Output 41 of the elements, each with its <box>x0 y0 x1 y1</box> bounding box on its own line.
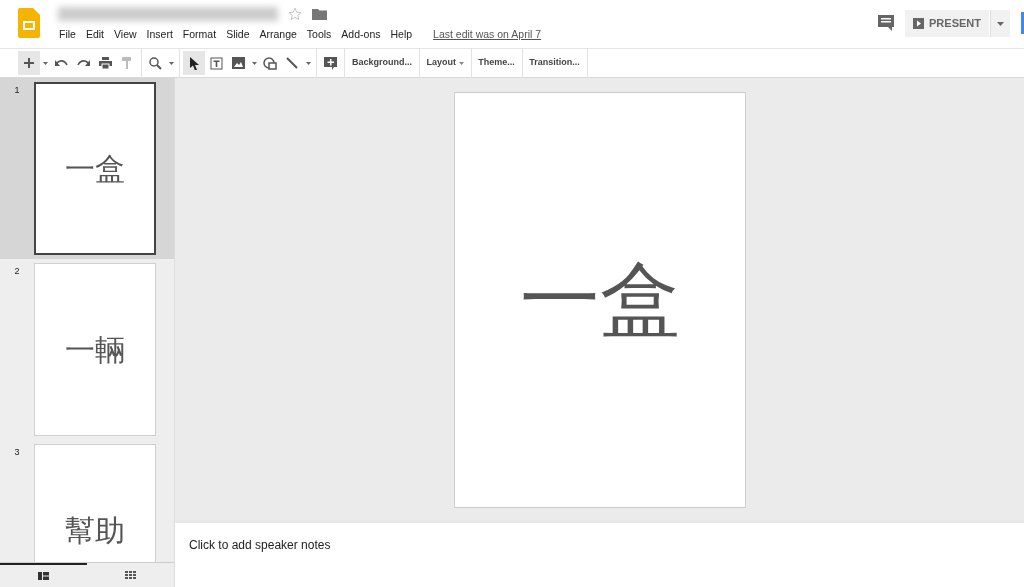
star-icon[interactable] <box>288 6 302 21</box>
filmstrip-icon <box>38 572 49 580</box>
toolbar-button[interactable]: Theme... <box>474 54 519 72</box>
slide-text[interactable]: 一盒 <box>519 240 680 360</box>
toolbar-button[interactable]: Background... <box>348 54 416 72</box>
slide-thumbnail[interactable]: 一盒 <box>34 82 156 255</box>
thumbnail-text: 幫助 <box>65 512 125 550</box>
menu-item[interactable]: Format <box>177 27 222 43</box>
slide-thumbnail-row[interactable]: 3 幫助 <box>0 440 174 562</box>
thumbnail-text: 一盒 <box>65 150 125 188</box>
folder-icon[interactable] <box>312 7 327 20</box>
slide-thumbnail[interactable]: 一輛 <box>34 263 156 436</box>
menu-item[interactable]: Tools <box>301 27 337 43</box>
menu-item[interactable]: Slide <box>221 27 255 43</box>
menu-item[interactable]: Add-ons <box>336 27 386 43</box>
slide-thumbnail-row[interactable]: 2 一輛 <box>0 259 174 440</box>
menu-item[interactable]: Insert <box>141 27 178 43</box>
add-icon[interactable] <box>18 51 40 75</box>
play-icon <box>912 17 924 29</box>
present-dropdown-button[interactable] <box>990 10 1010 37</box>
slide-thumbnail[interactable]: 幫助 <box>34 444 156 562</box>
slide-thumbnail-row[interactable]: 1 一盒 <box>0 78 174 259</box>
present-button[interactable]: PRESENT <box>904 10 989 37</box>
menu-item[interactable]: View <box>109 27 142 43</box>
comments-icon[interactable] <box>877 15 894 32</box>
caret-icon <box>458 61 464 65</box>
menu-item[interactable]: Arrange <box>254 27 302 43</box>
thumbnail-text: 一輛 <box>65 331 125 369</box>
menu-item[interactable]: Edit <box>80 27 109 43</box>
slide-number: 3 <box>13 446 21 459</box>
slide-number: 1 <box>13 84 21 97</box>
toolbar-button[interactable]: Layout <box>422 54 468 72</box>
toolbar-button[interactable]: Transition... <box>525 54 584 72</box>
select-icon[interactable] <box>183 51 205 75</box>
last-edit-link[interactable]: Last edit was on April 7 <box>428 27 547 43</box>
menu-item[interactable]: Help <box>385 27 418 43</box>
caret-icon <box>997 22 1004 27</box>
grid-icon <box>125 571 136 579</box>
slide-number: 2 <box>13 265 21 278</box>
menu-item[interactable]: File <box>54 27 81 43</box>
slide-canvas[interactable]: 一盒 <box>453 92 746 508</box>
